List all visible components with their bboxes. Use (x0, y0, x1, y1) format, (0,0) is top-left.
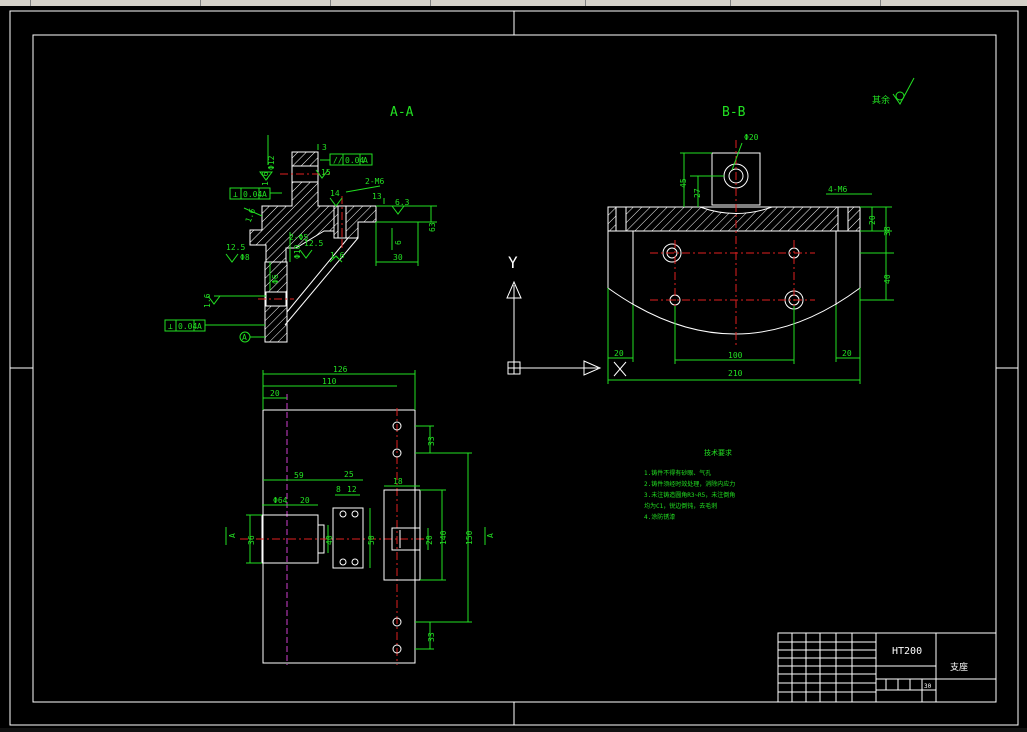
svg-text:Φ12: Φ12 (267, 155, 276, 170)
svg-text://: // (333, 156, 343, 165)
svg-text:45: 45 (679, 178, 688, 188)
svg-text:25: 25 (344, 470, 354, 479)
roughness-other-label: 其余 (872, 94, 890, 106)
svg-text:20: 20 (300, 496, 310, 505)
svg-text:36: 36 (247, 535, 256, 545)
roughness-circle-icon (895, 91, 905, 101)
svg-text:Φ8: Φ8 (240, 253, 250, 262)
svg-text:50: 50 (367, 535, 376, 545)
svg-text:Φ64: Φ64 (273, 496, 288, 505)
svg-text:A: A (363, 156, 368, 165)
svg-text:1.6: 1.6 (203, 293, 212, 308)
svg-text:18: 18 (393, 477, 403, 486)
bb-body (607, 231, 861, 335)
drawing-canvas[interactable]: A-A B-B 其余 3 // 0.04 A Φ12 1.6 15 ⊥ 0.04… (0, 0, 1027, 732)
svg-text:20: 20 (842, 349, 852, 358)
svg-text:Φ6: Φ6 (271, 274, 280, 284)
tech-note-4: 均为C1，锐边倒钝，去毛刺 (644, 502, 717, 510)
tech-note-2: 2.铸件须经时效处理，消除内应力 (644, 480, 735, 488)
svg-text:A: A (197, 322, 202, 331)
roughness-symbol-icon (892, 77, 915, 105)
section-bb-view: Φ20 45 27 4-M6 20 38 40 20 100 20 210 (607, 133, 894, 384)
svg-text:1.6: 1.6 (261, 171, 270, 186)
dim-aa-3: 3 (322, 143, 327, 152)
svg-text:59: 59 (294, 471, 304, 480)
bb-hole-right (837, 206, 849, 232)
tech-note-3: 3.未注铸造圆角R3~R5，未注倒角 (644, 491, 735, 499)
svg-text:33: 33 (427, 436, 436, 446)
svg-text:12.5: 12.5 (226, 243, 245, 252)
svg-text:A: A (242, 333, 247, 342)
svg-text:0.04: 0.04 (345, 156, 364, 165)
svg-text:40: 40 (883, 274, 892, 284)
tech-note-1: 1.铸件不得有砂眼、气孔 (644, 469, 711, 477)
svg-text:12: 12 (347, 485, 357, 494)
svg-text:40: 40 (325, 535, 334, 545)
svg-text:1.6: 1.6 (330, 251, 345, 260)
svg-text:14: 14 (330, 189, 340, 198)
svg-text:27: 27 (693, 188, 702, 198)
window-bottom-strip (0, 728, 1027, 732)
svg-text:⊥: ⊥ (233, 190, 238, 199)
svg-text:0.04: 0.04 (243, 190, 262, 199)
svg-text:38: 38 (883, 226, 892, 236)
svg-text:20: 20 (614, 349, 624, 358)
svg-text:150: 150 (465, 530, 474, 545)
svg-text:8: 8 (336, 485, 341, 494)
svg-text:A: A (228, 533, 237, 538)
part-name-label: 支座 (950, 661, 968, 673)
ucs-x-label-icon (613, 361, 627, 377)
svg-text:20: 20 (868, 215, 877, 225)
svg-text:33: 33 (427, 632, 436, 642)
svg-text:6: 6 (394, 240, 403, 245)
section-aa-view: 3 // 0.04 A Φ12 1.6 15 ⊥ 0.04 A 1.6 14 2… (164, 135, 437, 343)
technical-notes: 技术要求 1.铸件不得有砂眼、气孔 2.铸件须经时效处理，消除内应力 3.未注铸… (644, 448, 735, 521)
svg-text:140: 140 (439, 530, 448, 545)
view-label-aa: A-A (390, 105, 414, 120)
tech-note-5: 4.涂防锈漆 (644, 513, 675, 521)
svg-text:0.04: 0.04 (178, 322, 197, 331)
svg-text:210: 210 (728, 369, 743, 378)
svg-text:A: A (486, 533, 495, 538)
svg-text:Φ20: Φ20 (744, 133, 759, 142)
plan-dimensions: 126 110 20 59 25 Φ64 20 8 12 18 33 33 36… (225, 365, 495, 650)
plan-view: 126 110 20 59 25 Φ64 20 8 12 18 33 33 36… (225, 365, 495, 665)
bb-hole-left (615, 206, 627, 232)
plan-block (332, 507, 364, 569)
svg-text:30: 30 (393, 253, 403, 262)
view-label-bb: B-B (722, 105, 746, 120)
tech-notes-title: 技术要求 (704, 448, 732, 457)
title-block-small-label: 30 (924, 683, 932, 690)
svg-text:⊥: ⊥ (168, 322, 173, 331)
roughness-other: 其余 (872, 77, 915, 106)
svg-text:126: 126 (333, 365, 348, 374)
svg-text:13: 13 (372, 192, 382, 201)
svg-text:20: 20 (270, 389, 280, 398)
svg-text:12.5: 12.5 (304, 239, 323, 248)
svg-text:4-M6: 4-M6 (828, 185, 847, 194)
material-label: HT200 (892, 646, 922, 657)
ucs-y-label: Y (508, 253, 518, 272)
svg-text:A: A (262, 190, 267, 199)
svg-text:100: 100 (728, 351, 743, 360)
svg-text:Φ10: Φ10 (293, 244, 302, 259)
bb-dimensions: Φ20 45 27 4-M6 20 38 40 20 100 20 210 (607, 133, 894, 384)
svg-text:2-M6: 2-M6 (365, 177, 384, 186)
svg-text:63: 63 (428, 222, 437, 232)
svg-text:110: 110 (322, 377, 337, 386)
svg-text:1.6: 1.6 (244, 207, 257, 224)
svg-text:20: 20 (425, 535, 434, 545)
title-block: HT200 支座 30 (777, 632, 997, 703)
